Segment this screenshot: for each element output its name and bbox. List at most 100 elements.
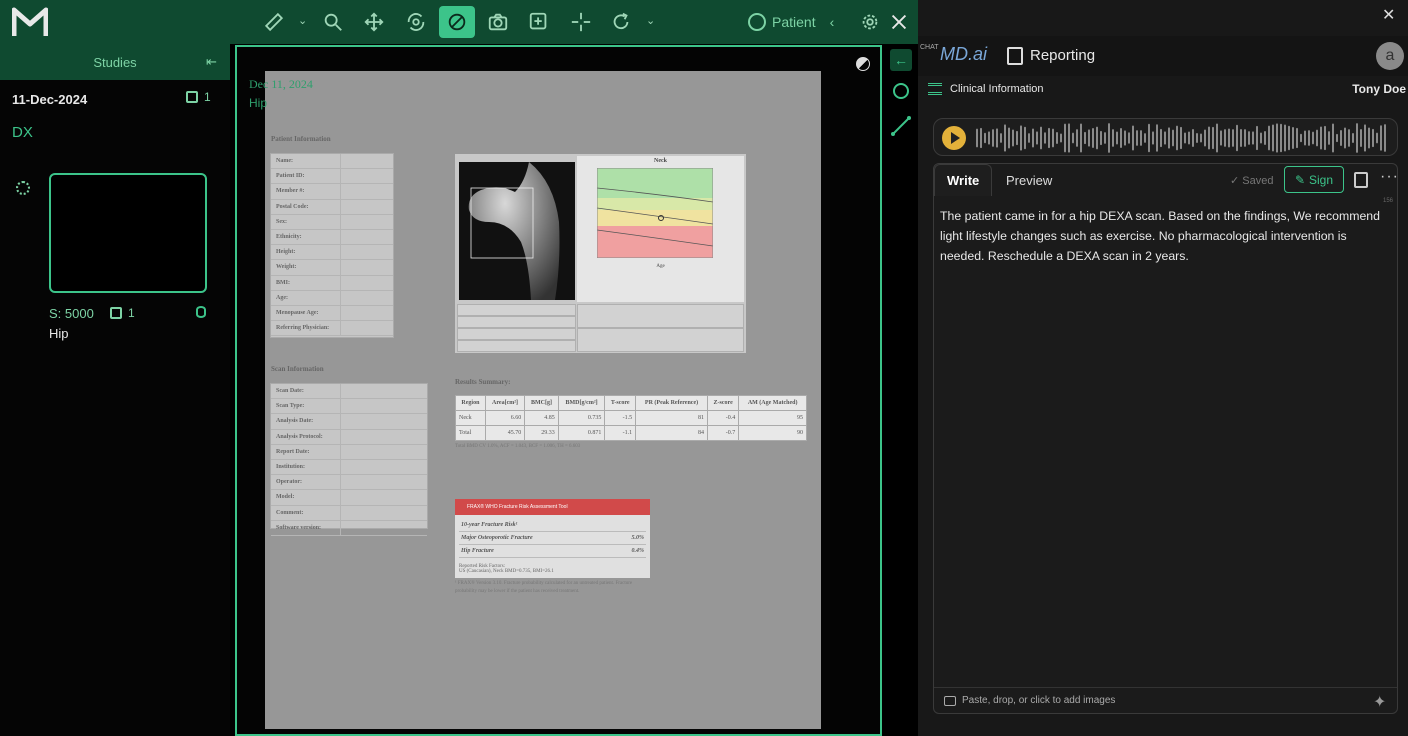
patient-info-table: Name: Patient ID: Member #: Postal Code: Sex… xyxy=(270,153,394,338)
database-icon[interactable] xyxy=(196,306,206,318)
report-editor: Write Preview ✓ Saved ✎ Sign ··· 156 The… xyxy=(933,163,1398,714)
results-cell: 0.871 xyxy=(557,425,606,441)
results-summary: Region Area[cm²] BMC[g] BMD[g/cm²] T-score PR… xyxy=(455,395,807,449)
scan-image-caption xyxy=(457,328,576,340)
patient-button[interactable]: Patient ‹ xyxy=(748,10,834,34)
copy-icon[interactable] xyxy=(1354,172,1368,188)
bmd-reference-graph: Neck Age xyxy=(577,156,744,302)
frax-title-text: 10-year Fracture Risk¹ xyxy=(461,522,518,528)
rotate-icon[interactable] xyxy=(399,6,433,38)
frax-header: FRAX® WHO Fracture Risk Assessment Tool xyxy=(455,499,650,515)
avatar[interactable]: a xyxy=(1376,42,1404,70)
frax-row-value: 5.0% xyxy=(631,535,645,541)
scan-info-table: Scan Date: Scan Type: Analysis Date: Analys… xyxy=(270,383,428,536)
form-field-label: Comment: xyxy=(271,505,341,520)
series-thumbnail[interactable] xyxy=(49,173,207,293)
form-row: Member #: xyxy=(271,184,393,200)
image-dropzone-label: Paste, drop, or click to add images xyxy=(962,695,1116,706)
app-logo[interactable] xyxy=(12,6,48,38)
form-row: Postal Code: xyxy=(271,199,393,215)
viewport-side-tools: ← xyxy=(886,45,916,165)
user-icon xyxy=(748,13,766,31)
tab-preview[interactable]: Preview xyxy=(994,164,1064,196)
image-dropzone[interactable]: Paste, drop, or click to add images ✦ xyxy=(934,687,1397,713)
results-header-cell: Z-score xyxy=(706,395,740,411)
results-cell: 29.33 xyxy=(524,425,559,441)
results-cell: 90 xyxy=(738,425,807,441)
add-series-icon[interactable] xyxy=(522,6,556,38)
results-header-cell: AM (Age Matched) xyxy=(738,395,807,411)
results-header-cell: BMC[g] xyxy=(524,395,559,411)
form-row: Height: xyxy=(271,245,393,261)
layers-icon[interactable] xyxy=(893,83,909,99)
form-field-label: Referring Physician: xyxy=(271,321,341,336)
close-icon[interactable] xyxy=(882,6,916,38)
image-stack-icon xyxy=(110,307,122,319)
studies-panel: Studies ⇤ 11-Dec-2024 1 DX S: 5000 1 Hip xyxy=(0,44,230,736)
form-field-label: Model: xyxy=(271,490,341,505)
frax-panel: FRAX® WHO Fracture Risk Assessment Tool … xyxy=(455,499,650,596)
app-window: ⌄ ⌄ Patient ‹ Studies ⇤ 11-Dec-2024 1 DX… xyxy=(0,0,1408,736)
table-row: Neck 6.60 4.85 0.735 -1.5 81 -0.4 95 xyxy=(455,410,807,426)
dexa-scan-panel: Neck Age xyxy=(455,154,746,353)
frax-title: 10-year Fracture Risk¹ xyxy=(459,519,646,532)
form-field-label: Scan Date: xyxy=(271,384,341,399)
form-field-label: Menopause Age: xyxy=(271,305,341,321)
results-heading: Results Summary: xyxy=(455,378,511,386)
line-tool-icon[interactable] xyxy=(890,115,912,137)
invert-icon[interactable] xyxy=(856,57,870,71)
image-icon xyxy=(944,696,956,706)
arrow-left-icon[interactable]: ← xyxy=(890,49,912,71)
viewer-toolbar: ⌄ ⌄ Patient ‹ xyxy=(0,0,918,44)
form-field-label: Patient ID: xyxy=(271,169,341,184)
more-options-icon[interactable]: ··· xyxy=(1380,168,1399,186)
reset-icon[interactable] xyxy=(604,6,638,38)
list-icon xyxy=(928,83,942,95)
results-cell: 84 xyxy=(635,425,708,441)
form-row: Scan Type: xyxy=(271,399,427,415)
frax-row: Major Osteoporotic Fracture 5.0% xyxy=(459,532,646,545)
form-field-label: Member #: xyxy=(271,184,341,199)
collapse-panel-icon[interactable]: ⇤ xyxy=(206,54,222,70)
tab-write[interactable]: Write xyxy=(934,164,993,196)
scan-image-caption xyxy=(457,304,576,316)
sign-button[interactable]: ✎ Sign xyxy=(1284,166,1344,193)
measure-icon[interactable] xyxy=(257,6,291,38)
pen-icon: ✎ xyxy=(1294,172,1306,187)
results-cell: -1.5 xyxy=(604,410,637,426)
chevron-down-icon[interactable]: ⌄ xyxy=(298,14,308,28)
editor-tabs: Write Preview ✓ Saved ✎ Sign ··· xyxy=(934,164,1399,196)
audio-player xyxy=(933,118,1398,156)
study-date[interactable]: 11-Dec-2024 xyxy=(12,92,87,107)
clinical-information-label: Clinical Information xyxy=(950,83,1044,95)
frax-row-value: 0.4% xyxy=(631,548,645,554)
saved-status: ✓ Saved xyxy=(1230,175,1274,187)
sparkle-icon[interactable]: ✦ xyxy=(1373,692,1391,711)
form-row: Patient ID: xyxy=(271,169,393,185)
crosshair-icon[interactable] xyxy=(564,6,598,38)
studies-title: Studies xyxy=(93,54,137,70)
clinical-information-row[interactable]: Clinical Information Tony Doe xyxy=(928,80,1406,100)
reporting-title: Reporting xyxy=(1030,47,1096,64)
form-field-label: BMI: xyxy=(271,275,341,290)
chevron-down-icon[interactable]: ⌄ xyxy=(646,14,656,28)
character-count: 156 xyxy=(1382,198,1393,204)
report-text-area[interactable]: The patient came in for a hip DEXA scan.… xyxy=(940,206,1392,266)
form-row: Analysis Protocol: xyxy=(271,429,427,445)
form-row: Scan Date: xyxy=(271,384,427,400)
form-row: BMI: xyxy=(271,275,393,291)
audio-waveform[interactable] xyxy=(976,123,1388,153)
results-cell: 6.60 xyxy=(484,410,526,426)
close-icon[interactable]: ✕ xyxy=(1382,8,1398,24)
camera-icon[interactable] xyxy=(481,6,515,38)
play-button[interactable] xyxy=(942,126,966,150)
window-level-icon[interactable] xyxy=(439,6,475,38)
pan-icon[interactable] xyxy=(357,6,391,38)
patient-name: Tony Doe xyxy=(1352,82,1406,96)
chat-tag[interactable]: CHAT xyxy=(920,44,939,51)
zoom-icon[interactable] xyxy=(316,6,350,38)
results-cell: 81 xyxy=(635,410,708,426)
image-viewport[interactable]: Patient Information Name: Patient ID: Memb… xyxy=(235,45,882,736)
form-field-label: Analysis Date: xyxy=(271,414,341,429)
series-stack-icon xyxy=(186,91,198,103)
